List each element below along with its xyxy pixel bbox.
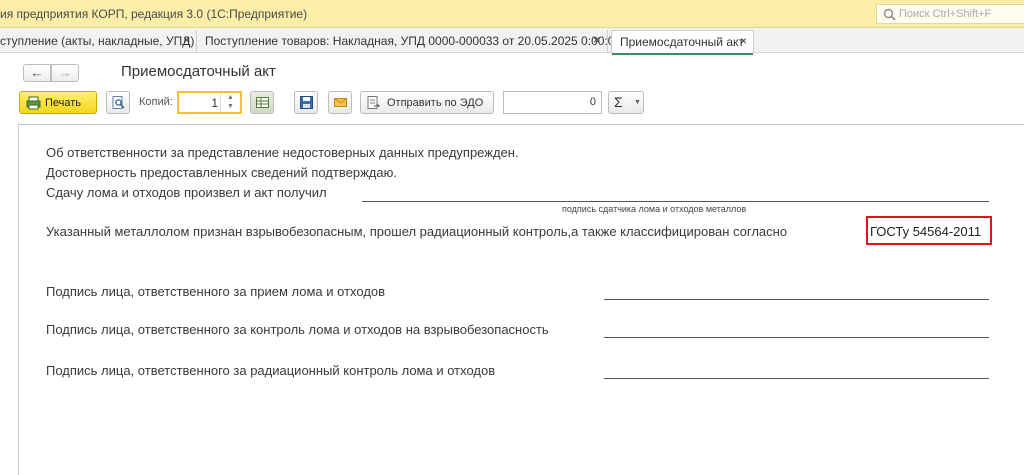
print-button[interactable]: Печать bbox=[19, 91, 97, 114]
send-edo-button[interactable]: Отправить по ЭДО bbox=[360, 91, 494, 114]
window-title: ия предприятия КОРП, редакция 3.0 (1С:Пр… bbox=[0, 7, 308, 21]
chevron-down-icon: ▼ bbox=[634, 99, 641, 106]
signature-line-radiation-control bbox=[604, 378, 989, 379]
copies-stepper[interactable]: ▲ ▼ bbox=[220, 93, 240, 112]
doc-line-confirm: Достоверность предоставленных сведений п… bbox=[46, 165, 397, 180]
printer-icon bbox=[26, 96, 41, 110]
close-icon[interactable]: × bbox=[740, 34, 747, 48]
tab-label: Приемосдаточный акт bbox=[620, 35, 744, 49]
preview-button[interactable] bbox=[106, 91, 130, 114]
doc-line-classification: Указанный металлолом признан взрывобезоп… bbox=[46, 224, 788, 239]
search-input[interactable]: Поиск Ctrl+Shift+F bbox=[876, 4, 1024, 24]
signature-line-explosion-control bbox=[604, 337, 989, 338]
tab-label: ступление (акты, накладные, УПД) bbox=[0, 34, 195, 48]
sum-value: 0 bbox=[589, 96, 596, 108]
save-icon bbox=[300, 96, 313, 109]
sum-mode-button[interactable]: Σ ▼ bbox=[608, 91, 644, 114]
envelope-icon bbox=[334, 98, 347, 107]
doc-line-handover: Сдачу лома и отходов произвел и акт полу… bbox=[46, 185, 327, 200]
back-button[interactable]: ← bbox=[23, 64, 51, 82]
copies-value: 1 bbox=[211, 96, 218, 110]
edo-icon bbox=[367, 96, 380, 109]
forward-button[interactable]: → bbox=[51, 64, 79, 82]
search-icon bbox=[883, 8, 896, 21]
signature-line-seller bbox=[362, 201, 989, 202]
close-icon[interactable]: × bbox=[593, 33, 600, 47]
tab-goods-receipt[interactable]: Поступление товаров: Накладная, УПД 0000… bbox=[198, 30, 621, 52]
copies-input[interactable]: 1 ▲ ▼ bbox=[177, 91, 242, 114]
save-button[interactable] bbox=[294, 91, 318, 114]
sigma-icon: Σ bbox=[614, 94, 623, 110]
signature-caption: подпись сдатчика лома и отходов металлов bbox=[562, 204, 747, 214]
search-placeholder: Поиск Ctrl+Shift+F bbox=[899, 8, 992, 20]
tabs-bar: ступление (акты, накладные, УПД) × Посту… bbox=[0, 28, 1024, 55]
tab-label: Поступление товаров: Накладная, УПД 0000… bbox=[205, 34, 622, 48]
signature-line-acceptance bbox=[604, 299, 989, 300]
print-label: Печать bbox=[45, 97, 82, 109]
sign-line-radiation-control: Подпись лица, ответственного за радиацио… bbox=[46, 363, 496, 378]
tab-receipts-list[interactable]: ступление (акты, накладные, УПД) × bbox=[0, 30, 197, 52]
email-button[interactable] bbox=[328, 91, 352, 114]
title-bar: ия предприятия КОРП, редакция 3.0 (1С:Пр… bbox=[0, 0, 1024, 28]
table-icon bbox=[256, 97, 269, 108]
send-edo-label: Отправить по ЭДО bbox=[387, 97, 484, 109]
table-settings-button[interactable] bbox=[250, 91, 274, 114]
doc-line-responsibility: Об ответственности за представление недо… bbox=[46, 145, 519, 160]
sign-line-explosion-control: Подпись лица, ответственного за контроль… bbox=[46, 322, 549, 337]
page-title: Приемосдаточный акт bbox=[121, 63, 276, 80]
preview-icon bbox=[112, 96, 125, 109]
gost-reference: ГОСТу 54564-2011 bbox=[870, 224, 982, 239]
close-icon[interactable]: × bbox=[183, 33, 190, 47]
sign-line-acceptance: Подпись лица, ответственного за прием ло… bbox=[46, 284, 386, 299]
tab-acceptance-act[interactable]: Приемосдаточный акт × bbox=[611, 30, 754, 55]
sum-field: 0 bbox=[503, 91, 602, 114]
copies-label: Копий: bbox=[139, 96, 173, 108]
